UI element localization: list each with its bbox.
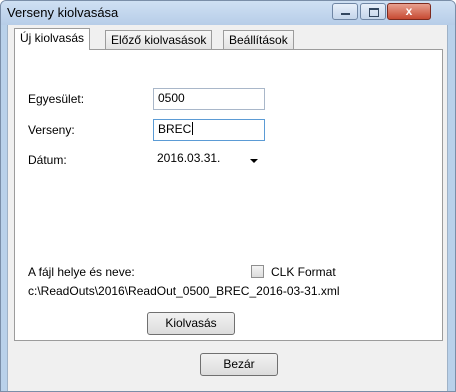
minimize-icon — [341, 13, 350, 15]
date-label: Dátum: — [28, 153, 67, 167]
dialog-window: Verseny kiolvasása x Új kiolvasás Előző … — [0, 0, 456, 392]
minimize-button[interactable] — [332, 3, 358, 20]
maximize-icon — [369, 8, 379, 17]
race-input[interactable]: BREC — [153, 119, 265, 141]
clk-format-label[interactable]: CLK Format — [271, 265, 336, 279]
tab-previous-readouts[interactable]: Előző kiolvasások — [105, 30, 213, 49]
close-button[interactable]: Bezár — [200, 353, 278, 376]
race-label: Verseny: — [28, 123, 75, 137]
date-picker[interactable]: 2016.03.31. — [153, 149, 265, 171]
close-window-button[interactable]: x — [387, 3, 431, 20]
date-value: 2016.03.31. — [157, 151, 221, 165]
title-bar[interactable]: Verseny kiolvasása x — [1, 1, 455, 25]
window-title: Verseny kiolvasása — [7, 5, 119, 20]
read-button[interactable]: Kiolvasás — [147, 312, 235, 335]
close-icon: x — [405, 4, 413, 18]
file-path: c:\ReadOuts\2016\ReadOut_0500_BREC_2016-… — [28, 284, 340, 298]
tab-panel-new-readout: Egyesület: 0500 Verseny: BREC Dátum: 201… — [14, 49, 443, 341]
tab-new-readout[interactable]: Új kiolvasás — [14, 28, 91, 50]
file-location-label: A fájl helye és neve: — [28, 265, 135, 279]
text-cursor — [192, 122, 194, 135]
club-label: Egyesület: — [28, 92, 85, 106]
tab-settings[interactable]: Beállítások — [223, 30, 294, 49]
club-input[interactable]: 0500 — [153, 88, 265, 110]
maximize-button[interactable] — [360, 3, 386, 20]
clk-format-checkbox[interactable] — [251, 265, 264, 278]
dialog-client-area: Új kiolvasás Előző kiolvasások Beállítás… — [7, 25, 448, 391]
chevron-down-icon[interactable] — [250, 159, 258, 163]
race-input-value: BREC — [158, 122, 192, 136]
